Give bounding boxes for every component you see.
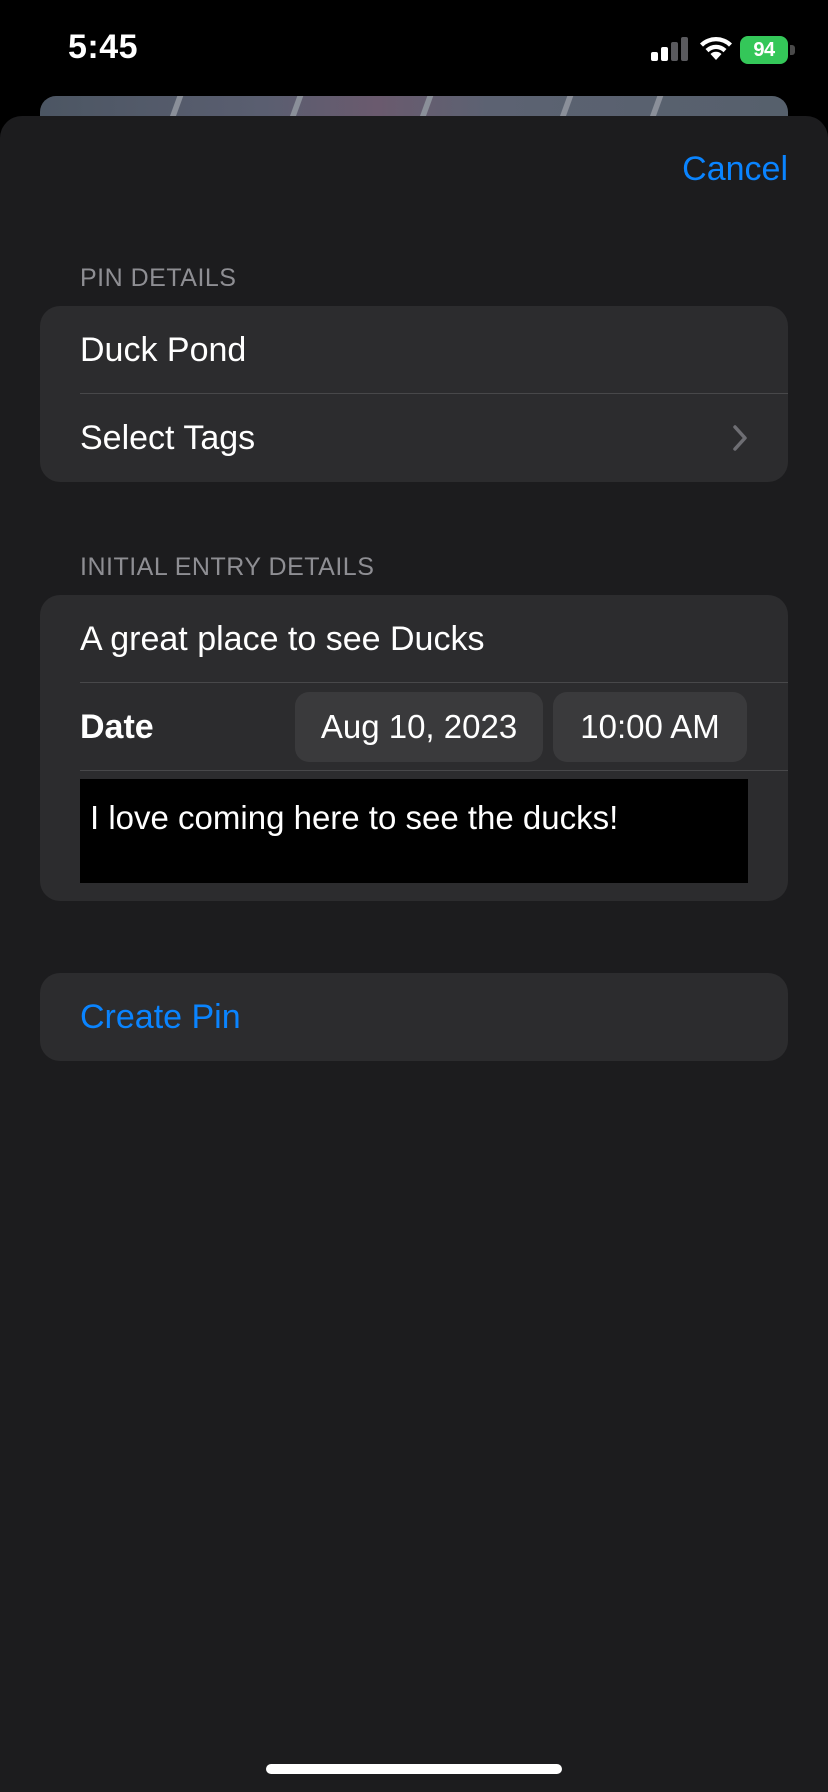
signal-icon	[651, 37, 688, 61]
entry-details-group: A great place to see Ducks Date Aug 10, …	[40, 595, 788, 901]
date-row: Date Aug 10, 2023 10:00 AM	[40, 683, 788, 771]
battery-nub	[790, 45, 795, 55]
home-indicator[interactable]	[266, 1764, 562, 1774]
pin-details-header: PIN DETAILS	[80, 264, 237, 292]
screen: 5:45 94 Cancel PIN DETAILS Duck Pond Sel…	[0, 0, 828, 1792]
status-time: 5:45	[68, 28, 139, 66]
notes-text-area[interactable]: I love coming here to see the ducks!	[80, 779, 748, 883]
select-tags-row[interactable]: Select Tags	[40, 394, 788, 482]
chevron-right-icon	[733, 425, 747, 451]
battery-charging-icon: 94	[740, 36, 796, 64]
entry-title-field[interactable]: A great place to see Ducks	[40, 595, 788, 683]
create-pin-sheet: Cancel PIN DETAILS Duck Pond Select Tags…	[0, 116, 828, 1792]
select-tags-label: Select Tags	[80, 418, 256, 457]
entry-title-value: A great place to see Ducks	[80, 619, 485, 658]
battery-level: 94	[740, 36, 788, 64]
row-separator	[80, 770, 788, 771]
create-pin-group: Create Pin	[40, 973, 788, 1061]
status-bar: 5:45 94	[0, 0, 828, 100]
pin-name-field[interactable]: Duck Pond	[40, 306, 788, 394]
date-picker-button[interactable]: Aug 10, 2023	[295, 692, 543, 762]
entry-details-header: INITIAL ENTRY DETAILS	[80, 553, 375, 581]
pin-name-value: Duck Pond	[80, 330, 247, 369]
pin-details-group: Duck Pond Select Tags	[40, 306, 788, 482]
time-picker-button[interactable]: 10:00 AM	[553, 692, 747, 762]
create-pin-button[interactable]: Create Pin	[40, 973, 788, 1061]
wifi-icon	[700, 37, 732, 60]
date-label: Date	[80, 707, 154, 746]
cancel-button[interactable]: Cancel	[682, 150, 788, 189]
